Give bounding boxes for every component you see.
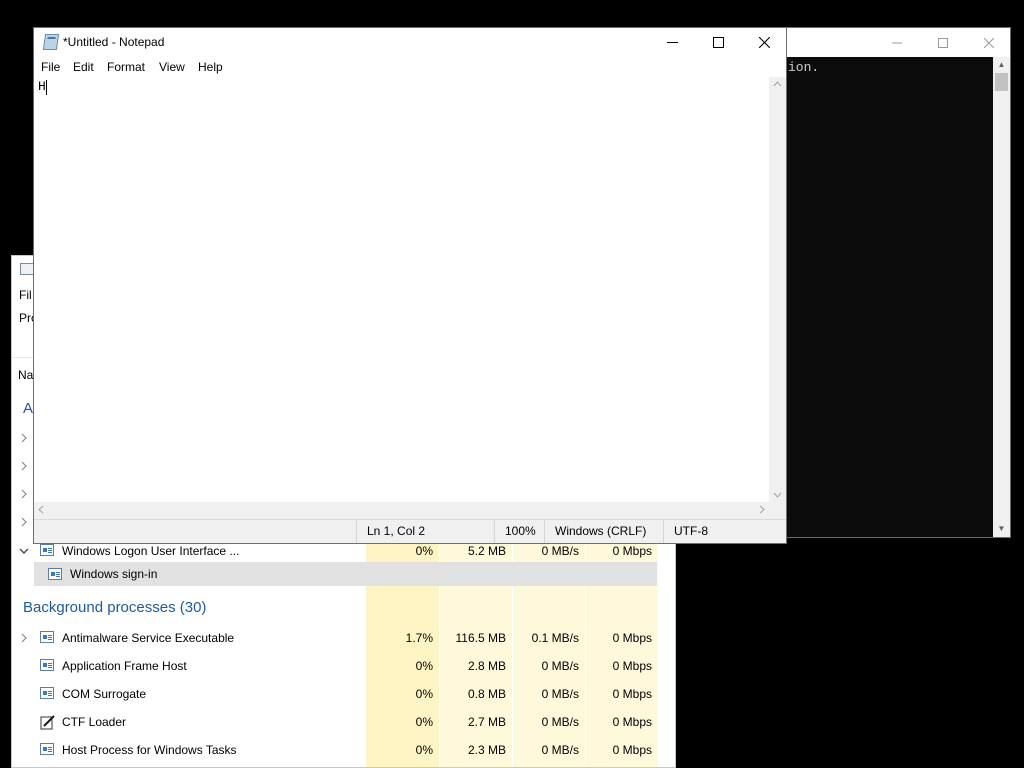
process-network: 0 Mbps	[612, 687, 652, 701]
status-encoding: UTF-8	[663, 520, 786, 543]
maximize-button[interactable]	[695, 28, 741, 57]
status-cursor-position: Ln 1, Col 2	[356, 520, 496, 543]
scroll-down-arrow-icon[interactable]: ▼	[993, 521, 1010, 537]
subitem-name: Windows sign-in	[70, 567, 158, 581]
process-name: Application Frame Host	[62, 659, 187, 673]
console-maximize-button[interactable]	[920, 28, 966, 57]
console-scroll-thumb[interactable]	[995, 73, 1008, 91]
process-disk: 0 MB/s	[541, 659, 579, 673]
scroll-up-arrow-icon[interactable]: ▲	[993, 57, 1010, 73]
vertical-scrollbar[interactable]	[769, 77, 786, 502]
process-cpu: 0%	[415, 743, 433, 757]
editor-content: H	[38, 79, 46, 94]
process-row[interactable]: CTF Loader 0% 2.7 MB 0 MB/s 0 Mbps	[12, 708, 675, 736]
close-icon	[984, 37, 994, 48]
process-name: Antimalware Service Executable	[62, 631, 235, 645]
app-window-icon	[40, 743, 54, 755]
scroll-up-arrow-icon[interactable]	[769, 79, 786, 89]
section-apps-fragment: A	[23, 400, 34, 417]
column-header-name-fragment[interactable]: Na	[18, 368, 33, 382]
status-bar: Ln 1, Col 2 100% Windows (CRLF) UTF-8	[34, 519, 786, 543]
process-row[interactable]: Host Process for Windows Tasks 0% 2.3 MB…	[12, 736, 675, 764]
minimize-icon	[892, 42, 902, 43]
process-network: 0 Mbps	[612, 743, 652, 757]
process-cpu: 1.7%	[405, 631, 433, 645]
process-row[interactable]: Application Frame Host 0% 2.8 MB 0 MB/s …	[12, 652, 675, 680]
notepad-titlebar[interactable]: *Untitled - Notepad	[34, 28, 786, 57]
scrollbar-corner	[769, 502, 786, 519]
process-memory: 2.3 MB	[467, 743, 506, 757]
task-manager-app-icon	[20, 263, 34, 275]
process-network: 0 Mbps	[612, 659, 652, 673]
scroll-down-arrow-icon[interactable]	[769, 490, 786, 500]
process-cpu: 0%	[415, 687, 433, 701]
scroll-left-arrow-icon[interactable]	[38, 505, 44, 516]
process-memory: 2.8 MB	[467, 659, 506, 673]
background-processes-heading: Background processes (30)	[23, 599, 207, 616]
close-button[interactable]	[741, 28, 787, 57]
notepad-app-icon	[42, 34, 60, 50]
menu-bar: File Edit Format View Help	[34, 57, 786, 77]
app-window-icon	[40, 544, 54, 556]
maximize-icon	[712, 37, 724, 48]
console-close-button[interactable]	[966, 28, 1012, 57]
scroll-right-arrow-icon[interactable]	[759, 505, 765, 516]
process-disk: 0 MB/s	[541, 743, 579, 757]
process-network: 0 Mbps	[612, 631, 652, 645]
collapse-chevron-icon[interactable]	[18, 537, 30, 565]
maximize-icon	[938, 37, 948, 48]
process-disk: 0.1 MB/s	[531, 631, 579, 645]
process-memory: 116.5 MB	[455, 631, 506, 645]
close-icon	[758, 37, 770, 48]
text-editor-area[interactable]: H	[34, 77, 769, 502]
menu-file-fragment[interactable]: Fil	[19, 288, 32, 302]
status-zoom-level: 100%	[494, 520, 546, 543]
notepad-window[interactable]: *Untitled - Notepad File Edit Format Vie…	[33, 27, 787, 544]
process-cpu: 0%	[415, 715, 433, 729]
app-window-icon	[40, 687, 54, 699]
menu-view[interactable]: View	[155, 57, 189, 77]
console-vertical-scrollbar[interactable]: ▲ ▼	[993, 57, 1010, 537]
menu-file[interactable]: File	[37, 57, 64, 77]
process-row[interactable]: Antimalware Service Executable 1.7% 116.…	[12, 624, 675, 652]
process-name: COM Surrogate	[62, 687, 147, 701]
process-disk: 0 MB/s	[541, 687, 579, 701]
menu-help[interactable]: Help	[194, 57, 227, 77]
expand-chevron-icon[interactable]	[18, 624, 30, 652]
process-memory: 2.7 MB	[467, 715, 506, 729]
pen-icon	[40, 715, 55, 730]
process-network: 0 Mbps	[612, 715, 652, 729]
minimize-button[interactable]	[649, 28, 695, 57]
process-disk: 0 MB/s	[541, 715, 579, 729]
window-title: *Untitled - Notepad	[63, 35, 165, 49]
console-output-text: ion.	[788, 60, 820, 75]
process-memory: 0.8 MB	[467, 687, 506, 701]
process-cpu: 0%	[415, 659, 433, 673]
process-name: CTF Loader	[62, 715, 127, 729]
expand-chevron-icon[interactable]	[18, 452, 30, 480]
menu-format[interactable]: Format	[103, 57, 149, 77]
status-line-endings: Windows (CRLF)	[544, 520, 664, 543]
expand-chevron-icon[interactable]	[18, 480, 30, 508]
console-minimize-button[interactable]	[874, 28, 920, 57]
subitem-row-windows-sign-in[interactable]: Windows sign-in	[34, 562, 657, 586]
expand-chevron-icon[interactable]	[18, 508, 30, 536]
process-name: Host Process for Windows Tasks	[62, 743, 237, 757]
horizontal-scrollbar[interactable]	[34, 502, 769, 519]
expand-chevron-icon[interactable]	[18, 424, 30, 452]
app-window-icon	[40, 631, 54, 643]
minimize-icon	[666, 42, 678, 43]
text-caret	[46, 80, 47, 95]
app-window-icon	[40, 659, 54, 671]
process-row[interactable]: COM Surrogate 0% 0.8 MB 0 MB/s 0 Mbps	[12, 680, 675, 708]
app-window-icon	[48, 568, 62, 580]
menu-edit[interactable]: Edit	[69, 57, 98, 77]
